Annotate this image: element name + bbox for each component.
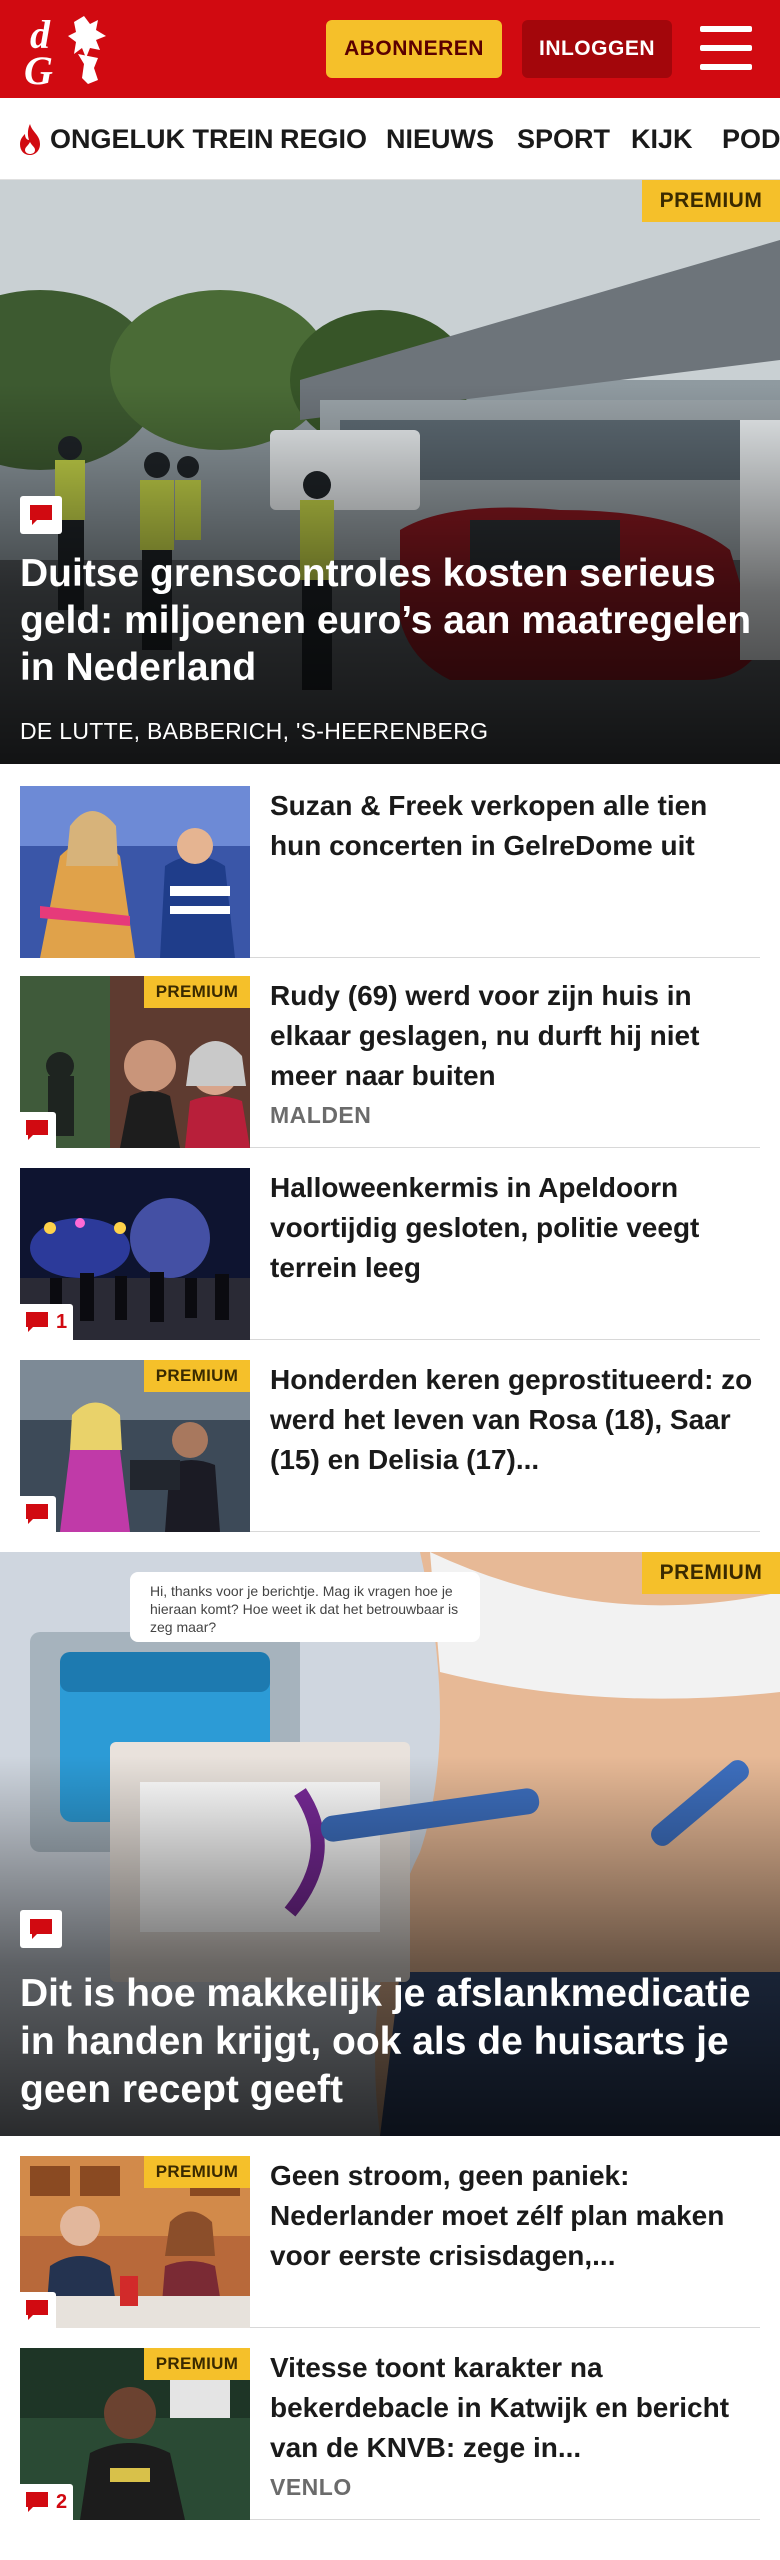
subscribe-button[interactable]: ABONNEREN bbox=[326, 20, 502, 78]
article-thumbnail: PREMIUM bbox=[20, 1360, 250, 1532]
comment-icon bbox=[26, 2300, 48, 2320]
premium-badge: PREMIUM bbox=[642, 1552, 780, 1594]
article-location: VENLO bbox=[270, 2474, 352, 2500]
premium-badge: PREMIUM bbox=[144, 976, 250, 1008]
nav-item-ongeluk-trein[interactable]: ONGELUK TREIN bbox=[16, 98, 274, 179]
nav-item-pod[interactable]: POD bbox=[722, 98, 780, 179]
comment-icon bbox=[20, 1910, 62, 1948]
section-nav: ONGELUK TREIN REGIO NIEUWS SPORT KIJK PO… bbox=[0, 98, 780, 180]
article-thumbnail: PREMIUM bbox=[20, 976, 250, 1148]
list-item[interactable]: PREMIUM 2 Vitesse toont karakter na beke… bbox=[20, 2348, 760, 2520]
article-title[interactable]: Rudy (69) werd voor zijn huis in elkaar … bbox=[270, 976, 760, 1096]
comment-badge: 2 bbox=[20, 2484, 74, 2520]
comment-icon bbox=[26, 1504, 48, 1524]
site-logo[interactable]: d G bbox=[22, 10, 118, 93]
hamburger-menu-icon[interactable] bbox=[700, 24, 752, 72]
article-thumbnail: PREMIUM bbox=[20, 2156, 250, 2328]
hero-title[interactable]: Dit is hoe makkelijk je afslankmedicatie… bbox=[20, 1970, 760, 2114]
article-title[interactable]: Suzan & Freek verkopen alle tien hun con… bbox=[270, 786, 760, 866]
premium-badge: PREMIUM bbox=[144, 1360, 250, 1392]
premium-badge: PREMIUM bbox=[144, 2156, 250, 2188]
nav-item-regio[interactable]: REGIO bbox=[280, 98, 367, 179]
comment-icon bbox=[26, 1312, 48, 1332]
comment-badge bbox=[20, 1112, 56, 1148]
flame-icon bbox=[20, 124, 40, 155]
hero-title[interactable]: Duitse grenscontroles kosten serieus gel… bbox=[20, 550, 760, 691]
article-thumbnail: PREMIUM 2 bbox=[20, 2348, 250, 2520]
article-location: MALDEN bbox=[270, 1102, 372, 1128]
login-button[interactable]: INLOGGEN bbox=[522, 20, 672, 78]
hero-location: DE LUTTE, BABBERICH, 'S-HEERENBERG bbox=[20, 718, 489, 744]
comment-icon bbox=[26, 2492, 48, 2512]
article-title[interactable]: Vitesse toont karakter na bekerdebacle i… bbox=[270, 2348, 760, 2468]
article-title[interactable]: Geen stroom, geen paniek: Nederlander mo… bbox=[270, 2156, 760, 2276]
list-item[interactable]: PREMIUM Rudy (69) werd voor zijn huis in… bbox=[20, 976, 760, 1148]
comment-count: 2 bbox=[56, 2490, 68, 2513]
nav-label: ONGELUK TREIN bbox=[50, 123, 274, 154]
list-item[interactable]: PREMIUM Geen stroom, geen paniek: Nederl… bbox=[20, 2156, 760, 2328]
premium-badge: PREMIUM bbox=[144, 2348, 250, 2380]
list-item[interactable]: PREMIUM Honderden keren geprostitueerd: … bbox=[20, 1360, 760, 1532]
comment-icon bbox=[20, 496, 62, 534]
article-thumbnail: 1 bbox=[20, 1168, 250, 1340]
list-item[interactable]: Suzan & Freek verkopen alle tien hun con… bbox=[20, 786, 760, 958]
premium-badge: PREMIUM bbox=[642, 180, 780, 222]
comment-badge bbox=[20, 1496, 56, 1532]
comment-badge bbox=[20, 2292, 56, 2328]
article-title[interactable]: Honderden keren geprostitueerd: zo werd … bbox=[270, 1360, 760, 1480]
nav-item-sport[interactable]: SPORT bbox=[517, 98, 610, 179]
hero-article[interactable]: Hi, thanks voor je berichtje. Mag ik vra… bbox=[0, 1552, 780, 2136]
article-thumbnail bbox=[20, 786, 250, 958]
article-title[interactable]: Halloweenkermis in Apeldoorn voortijdig … bbox=[270, 1168, 760, 1288]
nav-item-nieuws[interactable]: NIEUWS bbox=[386, 98, 494, 179]
site-header: d G ABONNEREN INLOGGEN bbox=[0, 0, 780, 98]
nav-item-kijk[interactable]: KIJK bbox=[631, 98, 693, 179]
svg-text:G: G bbox=[24, 48, 53, 90]
chat-message-text: Hi, thanks voor je berichtje. Mag ik vra… bbox=[150, 1583, 459, 1635]
list-item[interactable]: 1 Halloweenkermis in Apeldoorn voortijdi… bbox=[20, 1168, 760, 1340]
comment-badge: 1 bbox=[20, 1304, 74, 1340]
comment-count: 1 bbox=[56, 1310, 68, 1333]
hero-article[interactable]: PREMIUM Duitse grenscontroles kosten ser… bbox=[0, 180, 780, 764]
comment-icon bbox=[26, 1120, 48, 1140]
